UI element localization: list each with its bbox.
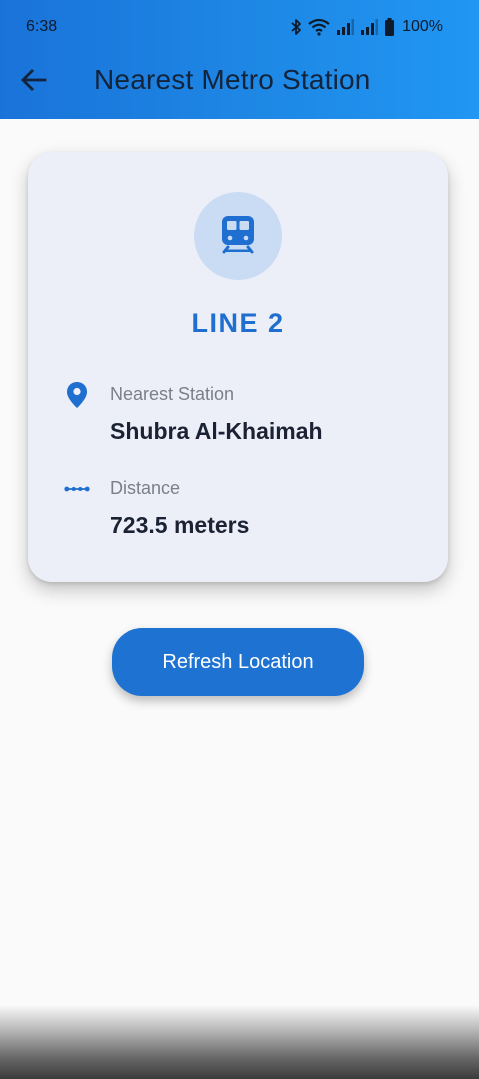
battery-percent: 100% bbox=[402, 18, 443, 35]
distance-row: Distance 723.5 meters bbox=[64, 476, 424, 546]
refresh-location-button[interactable]: Refresh Location bbox=[112, 628, 364, 696]
status-bar: 6:38 100% bbox=[0, 0, 479, 56]
line-label: LINE 2 bbox=[191, 308, 285, 338]
battery-icon bbox=[384, 18, 395, 36]
wifi-icon bbox=[308, 18, 330, 36]
status-icons: 100% bbox=[290, 16, 443, 38]
route-dots-icon bbox=[64, 476, 90, 502]
nearest-station-row: Nearest Station Shubra Al-Khaimah bbox=[64, 382, 424, 452]
bluetooth-icon bbox=[290, 18, 302, 36]
distance-value: 723.5 meters bbox=[110, 512, 250, 538]
arrow-left-icon bbox=[21, 68, 47, 96]
nearest-station-label: Nearest Station bbox=[110, 384, 235, 404]
metro-icon-badge bbox=[194, 192, 282, 280]
location-pin-icon bbox=[64, 382, 90, 408]
station-card: LINE 2 Nearest Station Shubra Al-Khaimah bbox=[28, 152, 448, 582]
back-button[interactable] bbox=[14, 62, 54, 102]
app-screen: 6:38 100% Nearest Metro Station LINE 2 N… bbox=[0, 0, 479, 1079]
nearest-station-value: Shubra Al-Khaimah bbox=[110, 418, 323, 444]
page-title: Nearest Metro Station bbox=[94, 64, 371, 95]
train-icon bbox=[220, 214, 256, 259]
signal-icon bbox=[360, 19, 379, 35]
bottom-nav-shadow bbox=[0, 1005, 479, 1079]
status-time: 6:38 bbox=[26, 18, 58, 35]
distance-label: Distance bbox=[110, 478, 181, 498]
app-bar: 6:38 100% Nearest Metro Station bbox=[0, 0, 479, 119]
signal-icon bbox=[336, 19, 355, 35]
